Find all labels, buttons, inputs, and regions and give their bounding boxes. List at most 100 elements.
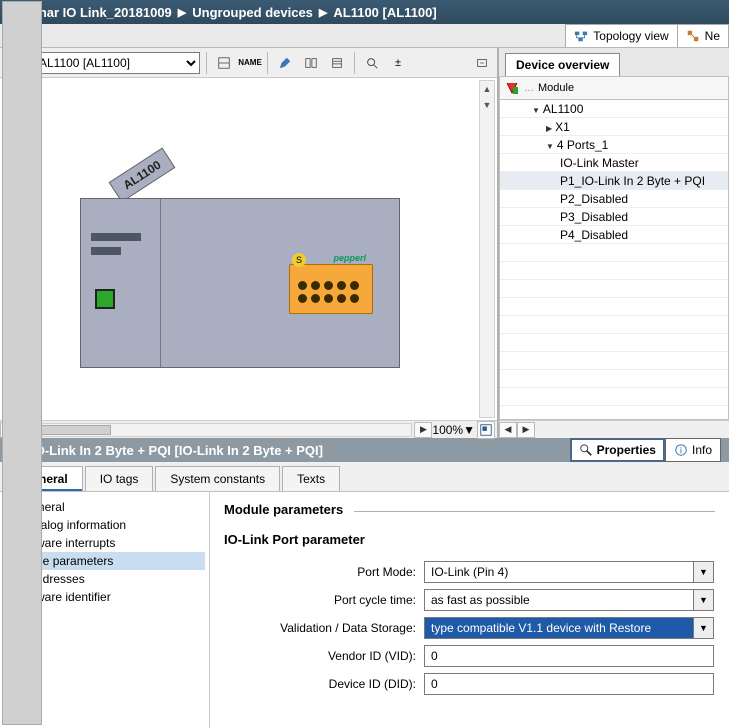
canvas-h-scrollbar[interactable] bbox=[38, 423, 412, 437]
scroll-up-icon[interactable]: ▲ bbox=[480, 81, 494, 97]
chevron-down-icon[interactable]: ▼ bbox=[694, 589, 714, 611]
topology-label: Topology view bbox=[593, 29, 668, 43]
device-id-input[interactable]: 0 bbox=[424, 673, 714, 695]
cycle-time-select[interactable]: as fast as possible bbox=[424, 589, 694, 611]
device-port[interactable] bbox=[95, 289, 115, 309]
toolbar-sep bbox=[354, 52, 355, 74]
col-ellipsis: … bbox=[524, 83, 534, 94]
info-icon: i bbox=[674, 443, 688, 457]
module-ports-icon bbox=[298, 281, 364, 303]
layout-icon bbox=[304, 56, 318, 70]
selection-title: P1_IO-Link In 2 Byte + PQI [IO-Link In 2… bbox=[8, 443, 323, 458]
tree-row-x1[interactable]: X1 bbox=[500, 118, 728, 136]
device-left-section bbox=[81, 199, 161, 367]
config-icon bbox=[504, 80, 520, 96]
tree-row-p2[interactable]: P2_Disabled bbox=[500, 190, 728, 208]
device-tree[interactable]: AL1100 X1 4 Ports_1 IO-Link Master P1_IO… bbox=[499, 100, 729, 420]
scroll-down-icon[interactable]: ▼ bbox=[480, 97, 494, 113]
row-vendor-id: Vendor ID (VID): 0 bbox=[224, 645, 715, 667]
tree-row-p3[interactable]: P3_Disabled bbox=[500, 208, 728, 226]
breadcrumb-sep: ▶ bbox=[319, 6, 327, 19]
chevron-down-icon[interactable]: ▼ bbox=[694, 561, 714, 583]
properties-icon bbox=[579, 443, 593, 457]
row-cycle-time: Port cycle time: as fast as possible ▼ bbox=[224, 589, 715, 611]
tree-header: … Module bbox=[499, 76, 729, 100]
device-tag[interactable]: AL1100 bbox=[109, 147, 176, 202]
column-module[interactable]: Module bbox=[538, 82, 574, 94]
collapse-icon bbox=[475, 56, 489, 70]
property-tab-row: General IO tags System constants Texts bbox=[0, 462, 729, 492]
validation-select[interactable]: type compatible V1.1 device with Restore bbox=[424, 617, 694, 639]
tool-btn-3[interactable] bbox=[300, 52, 322, 74]
breadcrumb: Webinar IO Link_20181009 ▶ Ungrouped dev… bbox=[0, 0, 729, 24]
tool-btn-4[interactable] bbox=[326, 52, 348, 74]
breadcrumb-3[interactable]: AL1100 [AL1100] bbox=[333, 5, 436, 20]
tool-btn-1[interactable] bbox=[213, 52, 235, 74]
tool-btn-2[interactable] bbox=[274, 52, 296, 74]
module-status-icon: S bbox=[292, 253, 306, 267]
zoom-value[interactable]: 100% bbox=[432, 423, 463, 437]
tool-btn-name[interactable]: NAME bbox=[239, 52, 261, 74]
device-overview-tab[interactable]: Device overview bbox=[505, 53, 620, 76]
selection-bar: P1_IO-Link In 2 Byte + PQI [IO-Link In 2… bbox=[0, 438, 729, 462]
breadcrumb-2[interactable]: Ungrouped devices bbox=[192, 5, 313, 20]
chevron-down-icon[interactable]: ▼ bbox=[694, 617, 714, 639]
canvas[interactable]: ▲ ▼ AL1100 S pepperl bbox=[0, 78, 497, 420]
zoom-icon bbox=[365, 56, 379, 70]
content-heading: Module parameters bbox=[224, 502, 715, 520]
tab-sysconst[interactable]: System constants bbox=[155, 466, 280, 491]
breadcrumb-sep: ▶ bbox=[178, 6, 186, 19]
device-h-scrollbar-row: ◀ ▶ bbox=[499, 420, 729, 438]
device-overview-panel: Device overview … Module AL1100 X1 4 Por… bbox=[499, 48, 729, 438]
scroll-right-button[interactable]: ▶ bbox=[517, 422, 535, 438]
inspector-tabs: Properties i Info bbox=[570, 438, 721, 462]
label-validation: Validation / Data Storage: bbox=[224, 621, 424, 635]
tree-row-al1100[interactable]: AL1100 bbox=[500, 100, 728, 118]
property-content: Module parameters IO-Link Port parameter… bbox=[210, 492, 729, 728]
label-port-mode: Port Mode: bbox=[224, 565, 424, 579]
content-subheading: IO-Link Port parameter bbox=[224, 532, 715, 547]
topology-view-button[interactable]: Topology view bbox=[565, 24, 677, 47]
tab-iotags[interactable]: IO tags bbox=[85, 466, 154, 491]
tree-row-p4[interactable]: P4_Disabled bbox=[500, 226, 728, 244]
tree-row-iomaster[interactable]: IO-Link Master bbox=[500, 154, 728, 172]
info-tab[interactable]: i Info bbox=[665, 438, 721, 462]
pen-icon bbox=[278, 56, 292, 70]
tab-texts[interactable]: Texts bbox=[282, 466, 340, 491]
overview-icon bbox=[479, 423, 493, 437]
zoom-button[interactable] bbox=[361, 52, 383, 74]
scroll-left-button[interactable]: ◀ bbox=[499, 422, 517, 438]
zoom-dropdown-button[interactable]: ▼ bbox=[463, 423, 475, 437]
zoom-reset-button[interactable]: ± bbox=[387, 52, 409, 74]
network-view-button[interactable]: Ne bbox=[677, 24, 729, 47]
network-icon bbox=[686, 29, 700, 43]
port-mode-select[interactable]: IO-Link (Pin 4) bbox=[424, 561, 694, 583]
row-validation: Validation / Data Storage: type compatib… bbox=[224, 617, 715, 639]
toolbar-sep bbox=[267, 52, 268, 74]
tree-row-ports[interactable]: 4 Ports_1 bbox=[500, 136, 728, 154]
device-bar bbox=[91, 247, 121, 255]
plus-minus-icon: ± bbox=[395, 57, 401, 69]
device-bar bbox=[91, 233, 141, 241]
main-area: AL1100 [AL1100] NAME ± ▲ ▼ AL1100 bbox=[0, 48, 729, 438]
canvas-v-scrollbar[interactable]: ▲ ▼ bbox=[479, 80, 495, 418]
collapse-button[interactable] bbox=[471, 52, 493, 74]
scroll-right-button[interactable]: ▶ bbox=[414, 422, 432, 438]
device-select[interactable]: AL1100 [AL1100] bbox=[30, 52, 200, 74]
device-graphic[interactable]: S pepperl bbox=[80, 198, 400, 368]
property-body: General Catalog information Hardware int… bbox=[0, 492, 729, 728]
vendor-id-input[interactable]: 0 bbox=[424, 645, 714, 667]
overview-button[interactable] bbox=[477, 421, 495, 439]
label-cycle-time: Port cycle time: bbox=[224, 593, 424, 607]
label-vendor-id: Vendor ID (VID): bbox=[224, 649, 424, 663]
device-overview-tabrow: Device overview bbox=[499, 48, 729, 76]
io-module-graphic[interactable]: S pepperl bbox=[289, 264, 373, 314]
grid-icon bbox=[217, 56, 231, 70]
svg-text:i: i bbox=[680, 446, 682, 456]
tree-row-p1[interactable]: P1_IO-Link In 2 Byte + PQI bbox=[500, 172, 728, 190]
properties-tab[interactable]: Properties bbox=[570, 438, 665, 462]
canvas-zone: AL1100 [AL1100] NAME ± ▲ ▼ AL1100 bbox=[0, 48, 499, 438]
network-label: Ne bbox=[705, 29, 720, 43]
list-icon bbox=[330, 56, 344, 70]
row-port-mode: Port Mode: IO-Link (Pin 4) ▼ bbox=[224, 561, 715, 583]
